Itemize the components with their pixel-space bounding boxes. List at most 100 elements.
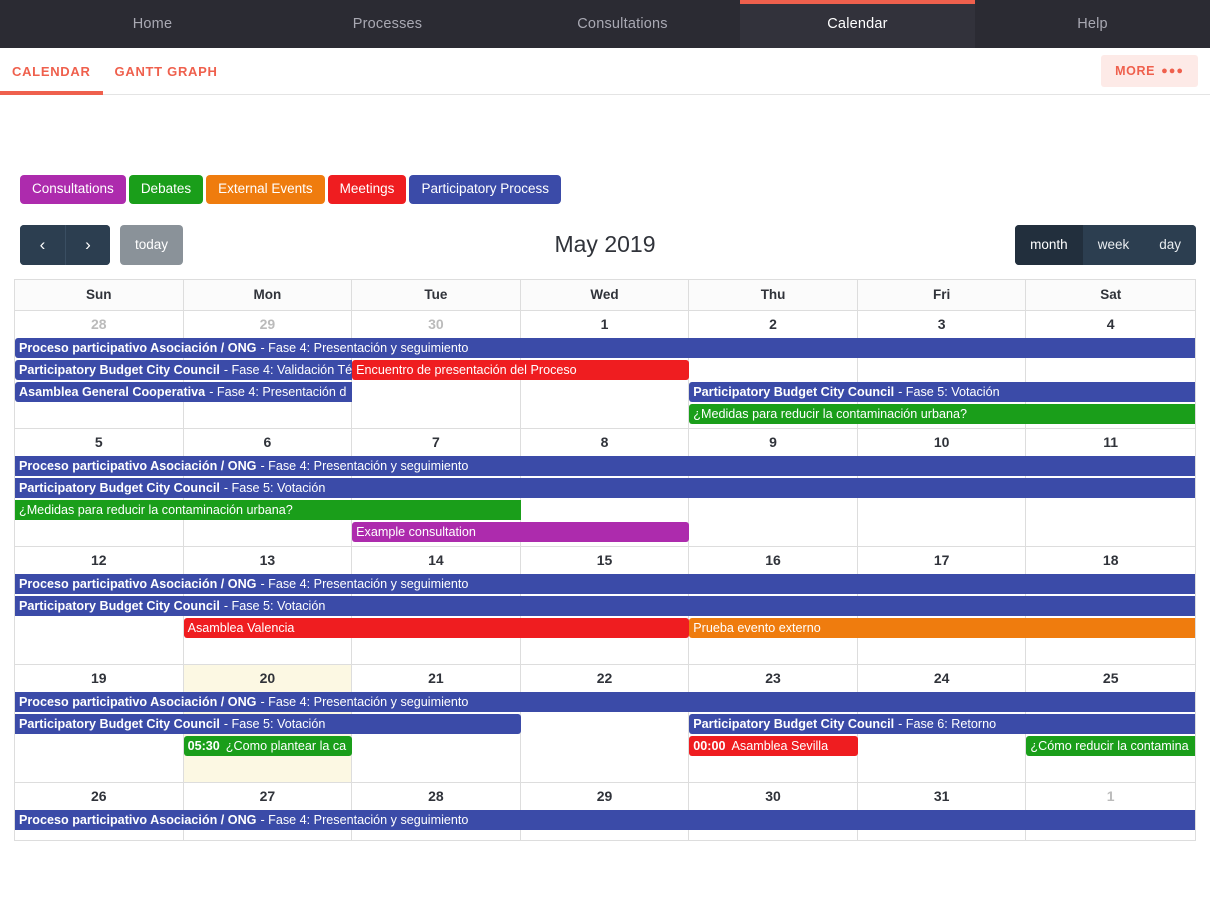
calendar-grid: SunMonTueWedThuFriSat 2829301234Proceso … — [14, 279, 1196, 841]
day-number[interactable]: 16 — [689, 547, 858, 574]
calendar-week: 2829301234Proceso participativo Asociaci… — [15, 311, 1195, 428]
event-title: Participatory Budget City Council — [693, 714, 894, 734]
calendar-event[interactable]: Prueba evento externo — [689, 618, 1195, 638]
event-title: Proceso participativo Asociación / ONG — [19, 692, 256, 712]
day-number[interactable]: 4 — [1026, 311, 1195, 338]
event-row: Proceso participativo Asociación / ONG- … — [15, 338, 1195, 358]
event-row: Proceso participativo Asociación / ONG- … — [15, 810, 1195, 830]
event-row: Proceso participativo Asociación / ONG- … — [15, 692, 1195, 712]
calendar-event[interactable]: 05:30¿Como plantear la ca — [184, 736, 353, 756]
day-number[interactable]: 29 — [521, 783, 690, 810]
calendar-event[interactable]: Participatory Budget City Council- Fase … — [689, 382, 1195, 402]
calendar-event[interactable]: ¿Cómo reducir la contamina — [1026, 736, 1195, 756]
calendar-event[interactable]: ¿Medidas para reducir la contaminación u… — [689, 404, 1195, 424]
event-title: Asamblea General Cooperativa — [19, 382, 205, 402]
view-button-month[interactable]: month — [1015, 225, 1083, 265]
day-number[interactable]: 13 — [184, 547, 353, 574]
day-number[interactable]: 30 — [689, 783, 858, 810]
day-number[interactable]: 9 — [689, 429, 858, 456]
calendar-event[interactable]: 00:00Asamblea Sevilla — [689, 736, 858, 756]
day-number[interactable]: 8 — [521, 429, 690, 456]
day-number[interactable]: 19 — [15, 665, 184, 692]
calendar-event[interactable]: Example consultation — [352, 522, 689, 542]
tab-gantt-graph[interactable]: GANTT GRAPH — [103, 48, 230, 94]
nav-item-processes[interactable]: Processes — [270, 0, 505, 48]
more-button[interactable]: MORE ●●● — [1101, 55, 1198, 87]
day-number[interactable]: 12 — [15, 547, 184, 574]
day-number[interactable]: 1 — [1026, 783, 1195, 810]
day-number[interactable]: 25 — [1026, 665, 1195, 692]
calendar-event[interactable]: Proceso participativo Asociación / ONG- … — [15, 574, 1195, 594]
day-number[interactable]: 10 — [858, 429, 1027, 456]
event-subtitle: - Fase 5: Votación — [224, 596, 326, 616]
day-number[interactable]: 15 — [521, 547, 690, 574]
day-number[interactable]: 2 — [689, 311, 858, 338]
day-number[interactable]: 17 — [858, 547, 1027, 574]
calendar-event[interactable]: Asamblea General Cooperativa- Fase 4: Pr… — [15, 382, 352, 402]
day-number[interactable]: 18 — [1026, 547, 1195, 574]
day-number[interactable]: 28 — [352, 783, 521, 810]
main-navigation: HomeProcessesConsultationsCalendarHelp — [0, 0, 1210, 48]
filter-chip-meetings[interactable]: Meetings — [328, 175, 407, 204]
calendar-event[interactable]: Proceso participativo Asociación / ONG- … — [15, 810, 1195, 830]
day-number[interactable]: 27 — [184, 783, 353, 810]
prev-month-button[interactable]: ‹ — [20, 225, 65, 265]
day-number[interactable]: 24 — [858, 665, 1027, 692]
day-number[interactable]: 31 — [858, 783, 1027, 810]
calendar-event[interactable]: Participatory Budget City Council- Fase … — [15, 714, 521, 734]
view-button-day[interactable]: day — [1144, 225, 1196, 265]
filter-chip-debates[interactable]: Debates — [129, 175, 203, 204]
nav-item-consultations[interactable]: Consultations — [505, 0, 740, 48]
next-month-button[interactable]: › — [65, 225, 110, 265]
filter-chip-external-events[interactable]: External Events — [206, 175, 325, 204]
day-number[interactable]: 11 — [1026, 429, 1195, 456]
day-number[interactable]: 29 — [184, 311, 353, 338]
calendar-event[interactable]: Encuentro de presentación del Proceso — [352, 360, 689, 380]
day-header-sat: Sat — [1026, 280, 1195, 310]
day-number[interactable]: 30 — [352, 311, 521, 338]
day-number[interactable]: 20 — [184, 665, 353, 692]
day-number-row: 19202122232425 — [15, 665, 1195, 692]
calendar-event[interactable]: Proceso participativo Asociación / ONG- … — [15, 456, 1195, 476]
day-number[interactable]: 3 — [858, 311, 1027, 338]
day-number[interactable]: 28 — [15, 311, 184, 338]
nav-item-help[interactable]: Help — [975, 0, 1210, 48]
day-number[interactable]: 5 — [15, 429, 184, 456]
week-events: Proceso participativo Asociación / ONG- … — [15, 574, 1195, 664]
event-title: Example consultation — [356, 522, 476, 542]
day-number[interactable]: 14 — [352, 547, 521, 574]
calendar-event[interactable]: Participatory Budget City Council- Fase … — [15, 360, 352, 380]
view-button-week[interactable]: week — [1083, 225, 1145, 265]
calendar-event[interactable]: Participatory Budget City Council- Fase … — [15, 478, 1195, 498]
day-number[interactable]: 23 — [689, 665, 858, 692]
filter-chip-participatory-process[interactable]: Participatory Process — [409, 175, 561, 204]
calendar-event[interactable]: Participatory Budget City Council- Fase … — [689, 714, 1195, 734]
event-row-spacer — [15, 758, 1195, 778]
event-subtitle: - Fase 4: Presentación d — [209, 382, 346, 402]
day-number[interactable]: 1 — [521, 311, 690, 338]
calendar-toolbar: ‹ › today May 2019 monthweekday — [14, 225, 1196, 265]
day-number[interactable]: 6 — [184, 429, 353, 456]
calendar-event[interactable]: ¿Medidas para reducir la contaminación u… — [15, 500, 521, 520]
calendar-event[interactable]: Participatory Budget City Council- Fase … — [15, 596, 1195, 616]
filter-chip-consultations[interactable]: Consultations — [20, 175, 126, 204]
today-button[interactable]: today — [120, 225, 183, 265]
event-row: Example consultation — [15, 522, 1195, 542]
day-number[interactable]: 21 — [352, 665, 521, 692]
event-subtitle: - Fase 5: Votación — [224, 478, 326, 498]
day-number[interactable]: 22 — [521, 665, 690, 692]
event-title: Participatory Budget City Council — [19, 714, 220, 734]
calendar-event[interactable]: Asamblea Valencia — [184, 618, 690, 638]
event-title: Prueba evento externo — [693, 618, 820, 638]
calendar-event[interactable]: Proceso participativo Asociación / ONG- … — [15, 338, 1195, 358]
event-row: Participatory Budget City Council- Fase … — [15, 714, 1195, 734]
day-number[interactable]: 26 — [15, 783, 184, 810]
event-row: Proceso participativo Asociación / ONG- … — [15, 456, 1195, 476]
day-number[interactable]: 7 — [352, 429, 521, 456]
calendar-event[interactable]: Proceso participativo Asociación / ONG- … — [15, 692, 1195, 712]
tab-calendar[interactable]: CALENDAR — [0, 48, 103, 94]
event-row-spacer — [15, 640, 1195, 660]
nav-item-home[interactable]: Home — [35, 0, 270, 48]
nav-item-calendar[interactable]: Calendar — [740, 0, 975, 48]
event-row: Participatory Budget City Council- Fase … — [15, 478, 1195, 498]
